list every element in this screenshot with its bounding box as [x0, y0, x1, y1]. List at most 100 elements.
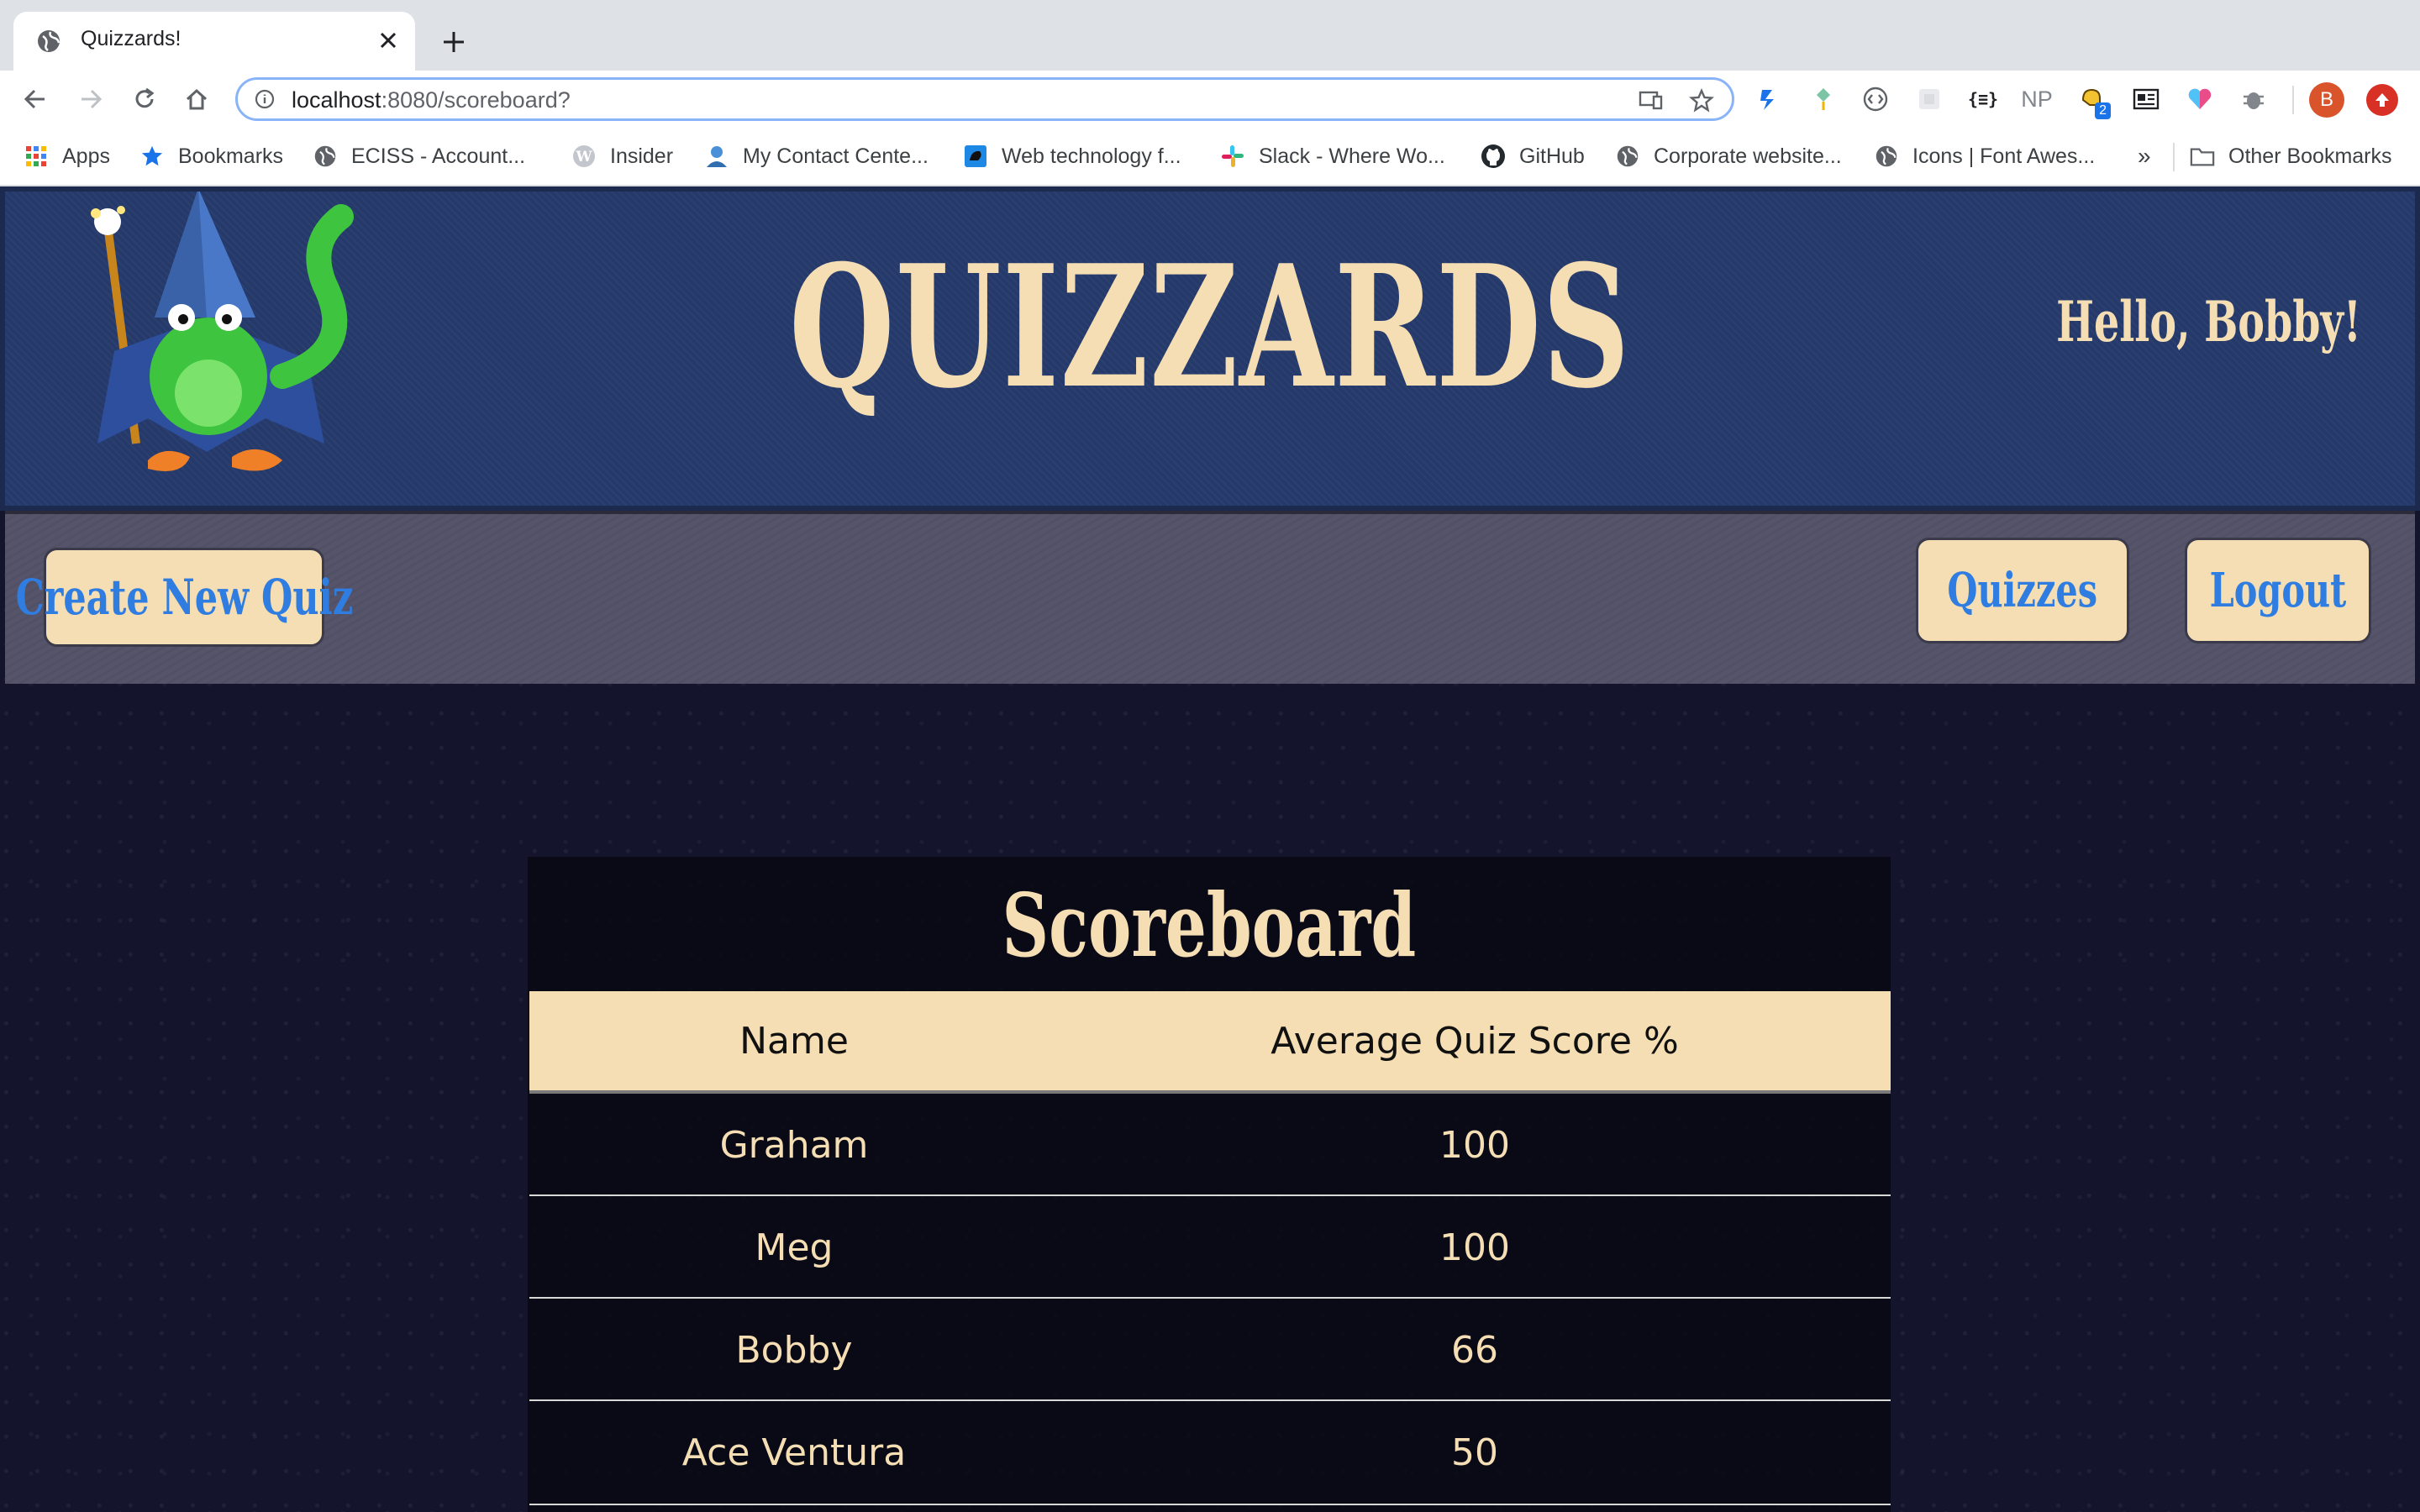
player-score: 100 [1439, 1124, 1510, 1167]
github-icon [1481, 144, 1506, 169]
bookmark-slack[interactable]: Slack - Where Wo... [1220, 139, 1445, 173]
wizard-frog-logo [91, 192, 354, 471]
extension-np-icon[interactable]: NP [2021, 84, 2053, 114]
cast-icon[interactable] [1638, 87, 1665, 114]
extension-grid-icon[interactable] [1914, 84, 1944, 114]
bookmark-insider[interactable]: W Insider [571, 139, 673, 173]
plus-icon [444, 32, 464, 52]
forward-button[interactable] [74, 82, 108, 116]
bookmark-label: Apps [62, 144, 110, 168]
bookmark-other-bookmarks[interactable]: Other Bookmarks [2190, 139, 2392, 173]
browser-toolbar: localhost:8080/scoreboard? {≡} NP 2 B [0, 71, 2420, 128]
bookmark-label: Insider [610, 144, 674, 168]
tab-title: Quizzards! [81, 27, 182, 50]
user-greeting: Hello, Bobby! [2056, 289, 2361, 354]
extension-badge: 2 [2095, 102, 2111, 119]
create-new-quiz-button[interactable]: Create New Quiz [15, 548, 353, 647]
bookmarks-divider [2173, 143, 2175, 171]
player-name: Ace Ventura [681, 1431, 907, 1474]
update-icon[interactable] [2366, 84, 2398, 116]
bookmark-label: My Contact Cente... [743, 144, 929, 168]
bookmark-label: Icons | Font Awes... [1912, 144, 2096, 168]
player-score: 66 [1451, 1329, 1498, 1372]
arrow-left-icon [24, 89, 45, 109]
contact-icon [704, 144, 729, 169]
web-tech-icon [963, 144, 988, 169]
home-button[interactable] [180, 82, 213, 116]
browser-tab[interactable]: Quizzards! [13, 12, 415, 71]
bookmark-web-technology[interactable]: Web technology f... [963, 139, 1181, 173]
bookmark-apps[interactable]: Apps [24, 139, 110, 173]
player-name: Bobby [735, 1329, 853, 1372]
nav-bar: Create New Quiz Quizzes Logout [5, 511, 2415, 684]
bookmark-label: Corporate website... [1654, 144, 1842, 168]
bookmarks-overflow-button[interactable]: » [2138, 139, 2151, 173]
home-icon [186, 88, 208, 110]
extension-json-icon[interactable]: {≡} [1968, 84, 1998, 114]
column-header-score: Average Quiz Score % [1270, 1020, 1679, 1063]
site-title: QUIZZARDS [789, 228, 1631, 426]
logout-button[interactable]: Logout [2185, 538, 2371, 643]
scoreboard-title: Scoreboard [528, 874, 1891, 979]
bookmark-github[interactable]: GitHub [1481, 139, 1585, 173]
bookmark-label: Slack - Where Wo... [1259, 144, 1445, 168]
browser-tabstrip: Quizzards! [0, 0, 2420, 71]
bookmark-label: ECISS - Account... [351, 144, 526, 168]
player-score: 50 [1451, 1431, 1498, 1474]
table-row: Ace Ventura 50 [529, 1401, 1891, 1505]
bookmark-label: GitHub [1519, 144, 1585, 168]
quizzes-button[interactable]: Quizzes [1916, 538, 2129, 643]
globe-icon [38, 30, 60, 52]
star-icon[interactable] [1688, 87, 1715, 114]
extension-speed-icon[interactable] [1753, 84, 1783, 114]
extension-news-icon[interactable] [2131, 84, 2161, 114]
extension-heart-icon[interactable] [2185, 84, 2215, 114]
url-host: localhost [292, 87, 381, 113]
bookmark-font-awesome[interactable]: Icons | Font Awes... [1874, 139, 2095, 173]
table-row: Graham 100 [529, 1094, 1891, 1196]
bookmark-eciss[interactable]: ECISS - Account... [313, 139, 525, 173]
apps-grid-icon [24, 144, 49, 169]
table-row: Meg 100 [529, 1196, 1891, 1299]
column-header-name: Name [739, 1020, 849, 1063]
player-score: 100 [1439, 1226, 1510, 1269]
svg-text:W: W [575, 149, 592, 165]
url-path: :8080/scoreboard? [381, 87, 571, 113]
profile-avatar[interactable]: B [2309, 82, 2344, 118]
slack-icon [1220, 144, 1245, 169]
close-icon[interactable] [371, 24, 405, 57]
wordpress-icon: W [571, 144, 597, 169]
bookmark-label: Other Bookmarks [2228, 144, 2392, 168]
extension-bug-icon[interactable] [2238, 84, 2269, 114]
address-bar[interactable]: localhost:8080/scoreboard? [235, 77, 1734, 121]
create-new-quiz-label: Create New Quiz [15, 569, 353, 626]
arrow-right-icon [82, 89, 103, 109]
star-icon [139, 144, 165, 169]
folder-icon [2190, 144, 2215, 169]
player-name: Meg [755, 1226, 834, 1269]
scoreboard-title-text: Scoreboard [1002, 874, 1417, 977]
bookmarks-bar: Apps Bookmarks ECISS - Account... W Insid… [0, 128, 2420, 186]
table-row: Bobby 66 [529, 1299, 1891, 1401]
reload-icon [135, 87, 155, 108]
toolbar-divider [2292, 86, 2294, 114]
quizzes-label: Quizzes [1947, 563, 2098, 618]
site-header: QUIZZARDS Hello, Bobby! [0, 186, 2420, 511]
back-button[interactable] [18, 82, 52, 116]
reload-button[interactable] [128, 82, 161, 116]
bookmark-contact-center[interactable]: My Contact Cente... [704, 139, 929, 173]
bookmark-corporate-website[interactable]: Corporate website... [1615, 139, 1842, 173]
extension-hand-icon[interactable]: 2 [2077, 84, 2111, 119]
globe-icon [313, 144, 338, 169]
new-tab-button[interactable] [435, 24, 472, 60]
globe-icon [1615, 144, 1640, 169]
extension-pin-icon[interactable] [1808, 84, 1839, 114]
bookmark-bookmarks[interactable]: Bookmarks [139, 139, 283, 173]
url-text[interactable]: localhost:8080/scoreboard? [292, 87, 571, 113]
extension-code-icon[interactable] [1860, 84, 1891, 114]
globe-icon [1874, 144, 1899, 169]
bookmark-label: Web technology f... [1002, 144, 1181, 168]
table-header-row: Name Average Quiz Score % [529, 991, 1891, 1094]
info-icon[interactable] [255, 89, 275, 109]
bookmark-label: Bookmarks [178, 144, 284, 168]
